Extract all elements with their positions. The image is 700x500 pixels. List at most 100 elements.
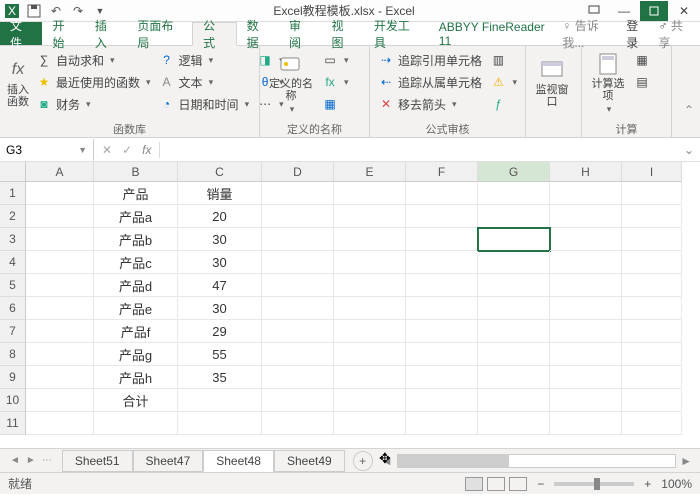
sheet-nav-next-icon[interactable]: ► [26, 455, 36, 466]
scroll-left-icon[interactable]: ◄ [381, 454, 393, 468]
text-button[interactable]: A文本▾ [157, 72, 252, 92]
zoom-level[interactable]: 100% [661, 477, 692, 491]
cell-H8[interactable] [550, 343, 622, 366]
cell-C7[interactable]: 29 [178, 320, 262, 343]
cell-C1[interactable]: 销量 [178, 182, 262, 205]
cell-A4[interactable] [26, 251, 94, 274]
tab-layout[interactable]: 页面布局 [127, 22, 192, 45]
datetime-button[interactable]: ◔日期和时间▾ [157, 94, 252, 114]
sheet-nav-prev-icon[interactable]: ◄ [10, 455, 20, 466]
cell-B3[interactable]: 产品b [94, 228, 178, 251]
cell-F2[interactable] [406, 205, 478, 228]
cell-D10[interactable] [262, 389, 334, 412]
remove-arrows-button[interactable]: ✕移去箭头▾ [376, 94, 484, 114]
calc-options-button[interactable]: 计算选项 ▾ [588, 50, 628, 116]
cell-D7[interactable] [262, 320, 334, 343]
row-header-4[interactable]: 4 [0, 251, 26, 274]
cell-I10[interactable] [622, 389, 682, 412]
row-header-8[interactable]: 8 [0, 343, 26, 366]
cell-F5[interactable] [406, 274, 478, 297]
cell-G1[interactable] [478, 182, 550, 205]
calc-sheet-button[interactable]: ▤ [632, 72, 652, 92]
row-header-1[interactable]: 1 [0, 182, 26, 205]
tab-review[interactable]: 审阅 [279, 22, 321, 45]
cell-I3[interactable] [622, 228, 682, 251]
cancel-formula-icon[interactable]: ✕ [102, 143, 112, 157]
cell-D2[interactable] [262, 205, 334, 228]
cell-E8[interactable] [334, 343, 406, 366]
define-name-button[interactable]: 定义的名称 ▾ [266, 50, 316, 116]
chevron-down-icon[interactable]: ▼ [78, 145, 87, 155]
watch-window-button[interactable]: 监视窗口 [532, 50, 572, 116]
column-header-F[interactable]: F [406, 162, 478, 182]
tab-developer[interactable]: 开发工具 [364, 22, 429, 45]
cell-A1[interactable] [26, 182, 94, 205]
cell-B4[interactable]: 产品c [94, 251, 178, 274]
row-header-11[interactable]: 11 [0, 412, 26, 435]
tab-home[interactable]: 开始 [42, 22, 84, 45]
sheet-nav-more-icon[interactable]: ⋯ [42, 455, 52, 466]
cell-E10[interactable] [334, 389, 406, 412]
row-header-10[interactable]: 10 [0, 389, 26, 412]
cell-A7[interactable] [26, 320, 94, 343]
cell-C11[interactable] [178, 412, 262, 435]
cell-E7[interactable] [334, 320, 406, 343]
cell-D9[interactable] [262, 366, 334, 389]
expand-formula-bar-icon[interactable]: ⌄ [678, 143, 700, 157]
accept-formula-icon[interactable]: ✓ [122, 143, 132, 157]
cell-B7[interactable]: 产品f [94, 320, 178, 343]
cell-C5[interactable]: 47 [178, 274, 262, 297]
add-sheet-button[interactable]: + [353, 451, 373, 471]
insert-function-button[interactable]: fx 插入函数 [6, 50, 30, 116]
column-header-I[interactable]: I [622, 162, 682, 182]
cell-B9[interactable]: 产品h [94, 366, 178, 389]
cell-F11[interactable] [406, 412, 478, 435]
trace-dependents-button[interactable]: ⇠追踪从属单元格 [376, 72, 484, 92]
scroll-right-icon[interactable]: ► [680, 454, 692, 468]
cell-G4[interactable] [478, 251, 550, 274]
cell-I7[interactable] [622, 320, 682, 343]
cell-A9[interactable] [26, 366, 94, 389]
cell-C9[interactable]: 35 [178, 366, 262, 389]
cell-I6[interactable] [622, 297, 682, 320]
create-from-selection-button[interactable]: ▦ [320, 94, 351, 114]
row-header-6[interactable]: 6 [0, 297, 26, 320]
cell-H10[interactable] [550, 389, 622, 412]
column-header-G[interactable]: G [478, 162, 550, 182]
cell-G11[interactable] [478, 412, 550, 435]
sheet-tab-Sheet51[interactable]: Sheet51 [62, 450, 133, 472]
cell-D4[interactable] [262, 251, 334, 274]
row-header-7[interactable]: 7 [0, 320, 26, 343]
cell-E1[interactable] [334, 182, 406, 205]
cell-G9[interactable] [478, 366, 550, 389]
cell-I2[interactable] [622, 205, 682, 228]
cell-I5[interactable] [622, 274, 682, 297]
use-in-formula-button[interactable]: fx▾ [320, 72, 351, 92]
autosum-button[interactable]: ∑自动求和▾ [34, 50, 153, 70]
cell-H6[interactable] [550, 297, 622, 320]
cell-I4[interactable] [622, 251, 682, 274]
cell-F8[interactable] [406, 343, 478, 366]
page-break-view-icon[interactable] [509, 477, 527, 491]
cell-H9[interactable] [550, 366, 622, 389]
column-header-H[interactable]: H [550, 162, 622, 182]
cell-B6[interactable]: 产品e [94, 297, 178, 320]
cell-B2[interactable]: 产品a [94, 205, 178, 228]
show-formulas-button[interactable]: ▥ [488, 50, 519, 70]
fx-icon[interactable]: fx [142, 143, 151, 157]
cell-I1[interactable] [622, 182, 682, 205]
cell-I9[interactable] [622, 366, 682, 389]
cell-E9[interactable] [334, 366, 406, 389]
normal-view-icon[interactable] [465, 477, 483, 491]
cell-G10[interactable] [478, 389, 550, 412]
formula-input[interactable] [160, 138, 677, 161]
define-name-menu[interactable]: ▭▾ [320, 50, 351, 70]
evaluate-formula-button[interactable]: ƒ [488, 94, 519, 114]
column-header-B[interactable]: B [94, 162, 178, 182]
cell-H7[interactable] [550, 320, 622, 343]
tab-insert[interactable]: 插入 [85, 22, 127, 45]
cell-A2[interactable] [26, 205, 94, 228]
row-header-9[interactable]: 9 [0, 366, 26, 389]
zoom-in-icon[interactable]: + [644, 477, 651, 491]
tab-data[interactable]: 数据 [237, 22, 279, 45]
